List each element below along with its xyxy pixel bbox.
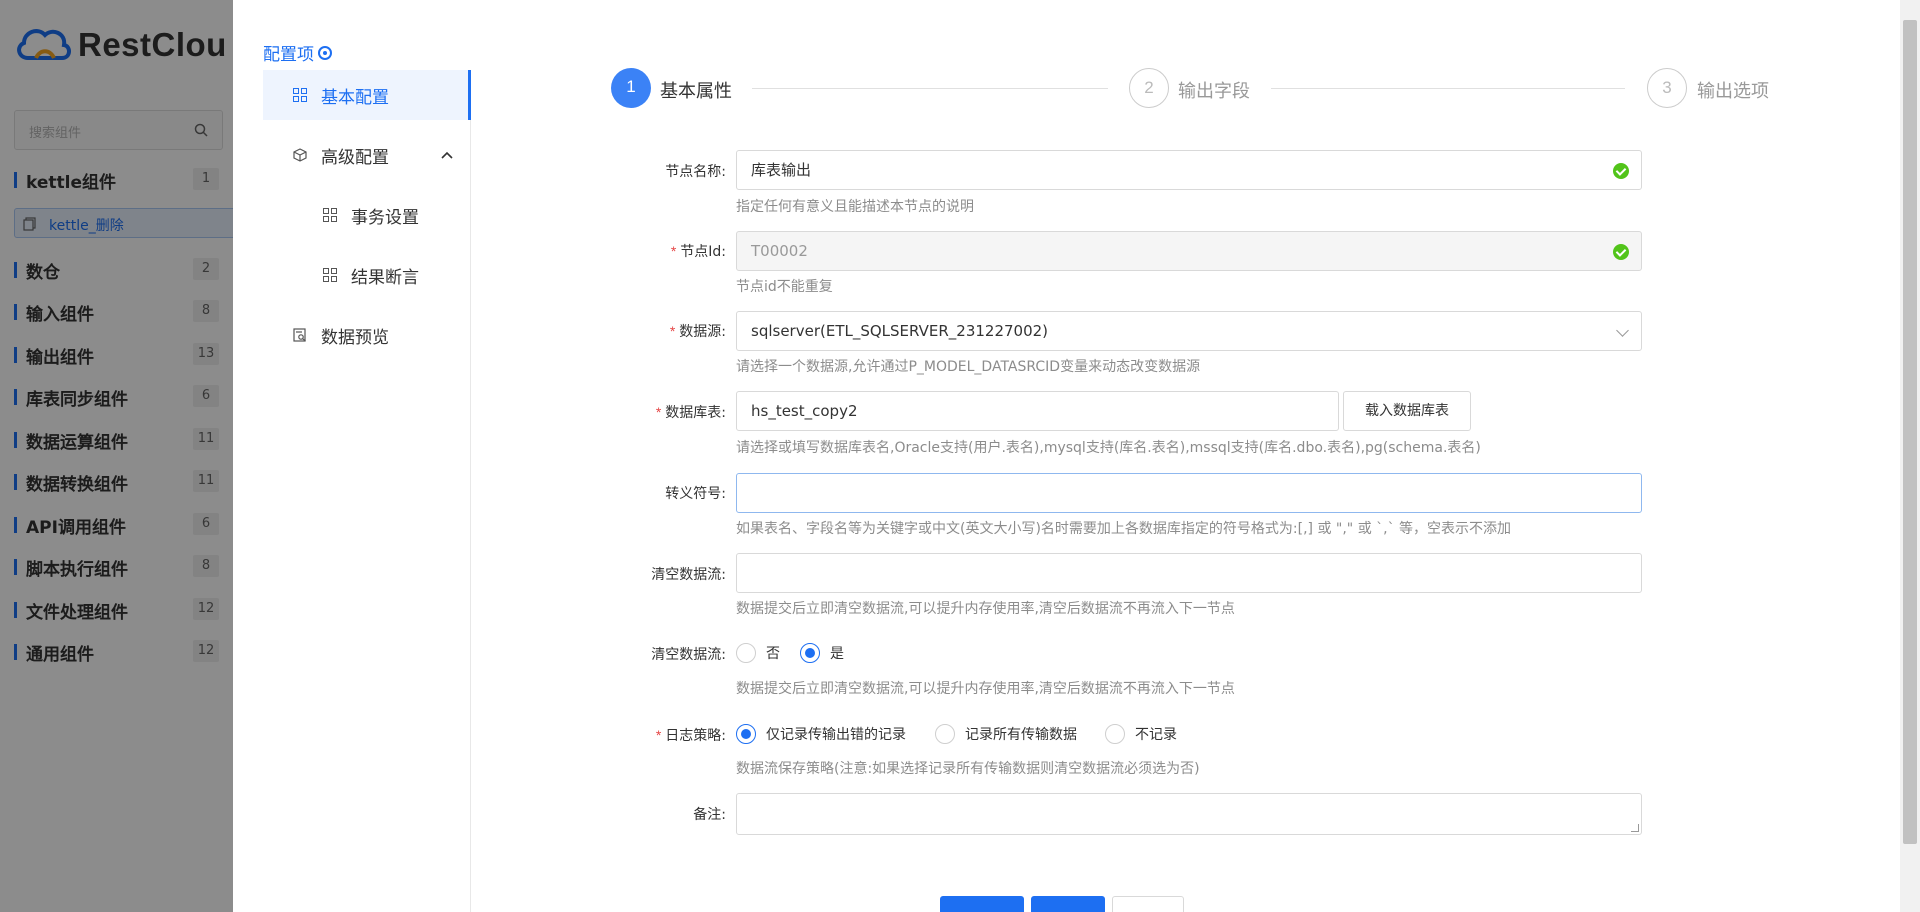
check-circle-icon xyxy=(1613,244,1629,260)
radio-circle[interactable] xyxy=(800,643,820,663)
escape-label: 转义符号: xyxy=(665,486,726,502)
escape-help: 如果表名、字段名等为关键字或中文(英文大小写)名时需要加上各数据库指定的符号格式… xyxy=(736,521,1512,537)
radio-clear-yes[interactable]: 是 xyxy=(800,643,844,663)
footer-button-close[interactable] xyxy=(1112,896,1184,912)
table-input[interactable]: hs_test_copy2 xyxy=(736,391,1339,431)
clear-stream-label: 清空数据流: xyxy=(651,567,726,583)
table-label: * 数据库表: xyxy=(655,404,726,421)
radio-circle[interactable] xyxy=(1105,724,1125,744)
grid-icon xyxy=(323,208,337,222)
chevron-down-icon xyxy=(1616,324,1629,337)
radio-circle[interactable] xyxy=(935,724,955,744)
radio-circle[interactable] xyxy=(736,724,756,744)
table-help: 请选择或填写数据库表名,Oracle支持(用户.表名),mysql支持(库名.表… xyxy=(736,440,1481,456)
log-policy-help: 数据流保存策略(注意:如果选择记录所有传输数据则清空数据流必须选为否) xyxy=(736,761,1200,777)
footer-button-primary[interactable] xyxy=(940,896,1024,912)
nav-item-advanced[interactable]: 高级配置 xyxy=(293,130,453,180)
grid-icon xyxy=(293,88,307,102)
step-2-circle[interactable]: 2 xyxy=(1129,68,1169,108)
radio-circle[interactable] xyxy=(736,643,756,663)
load-table-button[interactable]: 载入数据库表 xyxy=(1343,391,1471,431)
step-3-label[interactable]: 输出选项 xyxy=(1697,77,1769,103)
nav-divider xyxy=(470,120,471,912)
log-policy-label: * 日志策略: xyxy=(655,727,726,744)
nav-item-preview[interactable]: 数据预览 xyxy=(293,310,389,360)
footer-button-save[interactable] xyxy=(1031,896,1105,912)
modal-overlay[interactable] xyxy=(0,0,233,912)
config-nav-header: 配置项 xyxy=(263,40,332,65)
chevron-up-icon[interactable] xyxy=(441,151,453,159)
radio-log-all[interactable]: 记录所有传输数据 xyxy=(935,724,1077,744)
clear-stream-help: 数据提交后立即清空数据流,可以提升内存使用率,清空后数据流不再流入下一节点 xyxy=(736,601,1235,617)
step-connector xyxy=(1271,88,1625,89)
datasource-help: 请选择一个数据源,允许通过P_MODEL_DATASRCID变量来动态改变数据源 xyxy=(736,359,1201,375)
step-3-circle[interactable]: 3 xyxy=(1647,68,1687,108)
step-1-label[interactable]: 基本属性 xyxy=(660,77,732,103)
clear-stream-radio-help: 数据提交后立即清空数据流,可以提升内存使用率,清空后数据流不再流入下一节点 xyxy=(736,681,1235,697)
target-icon xyxy=(318,45,332,60)
scrollbar[interactable] xyxy=(1900,0,1920,912)
node-name-help: 指定任何有意义且能描述本节点的说明 xyxy=(736,199,974,215)
clear-stream-radio-label: 清空数据流: xyxy=(651,647,726,663)
remark-label: 备注: xyxy=(693,807,726,823)
clear-stream-input[interactable] xyxy=(736,553,1642,593)
node-id-input[interactable]: T00002 xyxy=(736,231,1642,271)
nav-item-transaction[interactable]: 事务设置 xyxy=(323,190,419,240)
data-preview-icon xyxy=(293,328,306,342)
resize-grip-icon[interactable] xyxy=(1631,824,1639,832)
node-name-input[interactable]: 库表输出 xyxy=(736,150,1642,190)
radio-log-none[interactable]: 不记录 xyxy=(1105,724,1177,744)
step-1-circle[interactable]: 1 xyxy=(611,68,651,108)
remark-textarea[interactable] xyxy=(736,793,1642,835)
datasource-select[interactable]: sqlserver(ETL_SQLSERVER_231227002) xyxy=(736,311,1642,351)
nav-item-basic[interactable]: 基本配置 xyxy=(263,70,471,120)
grid-icon xyxy=(323,268,337,282)
radio-log-errors[interactable]: 仅记录传输出错的记录 xyxy=(736,724,906,744)
node-id-label: * 节点Id: xyxy=(670,243,726,260)
step-2-label[interactable]: 输出字段 xyxy=(1178,77,1250,103)
node-name-label: 节点名称: xyxy=(665,164,726,180)
scrollbar-thumb[interactable] xyxy=(1903,20,1917,844)
step-connector xyxy=(752,88,1108,89)
nav-item-assert[interactable]: 结果断言 xyxy=(323,250,419,300)
cube-icon xyxy=(293,148,307,162)
radio-clear-no[interactable]: 否 xyxy=(736,643,780,663)
escape-input[interactable] xyxy=(736,473,1642,513)
node-id-help: 节点id不能重复 xyxy=(736,279,833,295)
check-circle-icon xyxy=(1613,163,1629,179)
datasource-label: * 数据源: xyxy=(669,323,726,340)
